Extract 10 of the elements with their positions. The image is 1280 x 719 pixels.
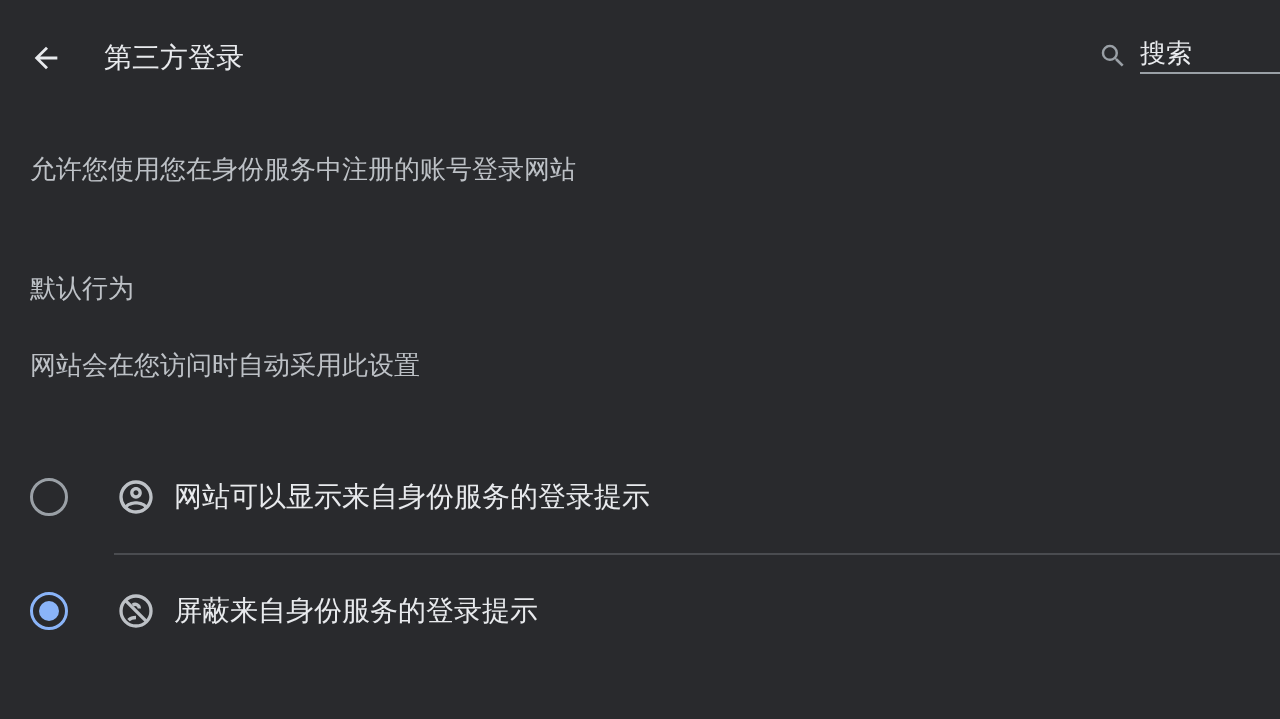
option-label: 网站可以显示来自身份服务的登录提示 bbox=[174, 479, 650, 515]
blocked-account-icon bbox=[116, 591, 156, 631]
description-text: 允许您使用您在身份服务中注册的账号登录网站 bbox=[30, 153, 577, 186]
radio-button[interactable] bbox=[30, 478, 68, 516]
section-title: 默认行为 bbox=[30, 272, 135, 305]
radio-button[interactable] bbox=[30, 592, 68, 630]
option-label: 屏蔽来自身份服务的登录提示 bbox=[174, 593, 538, 629]
search-field[interactable]: 搜索 bbox=[1140, 38, 1280, 74]
page-title: 第三方登录 bbox=[104, 40, 245, 76]
section-subtitle: 网站会在您访问时自动采用此设置 bbox=[30, 349, 421, 382]
